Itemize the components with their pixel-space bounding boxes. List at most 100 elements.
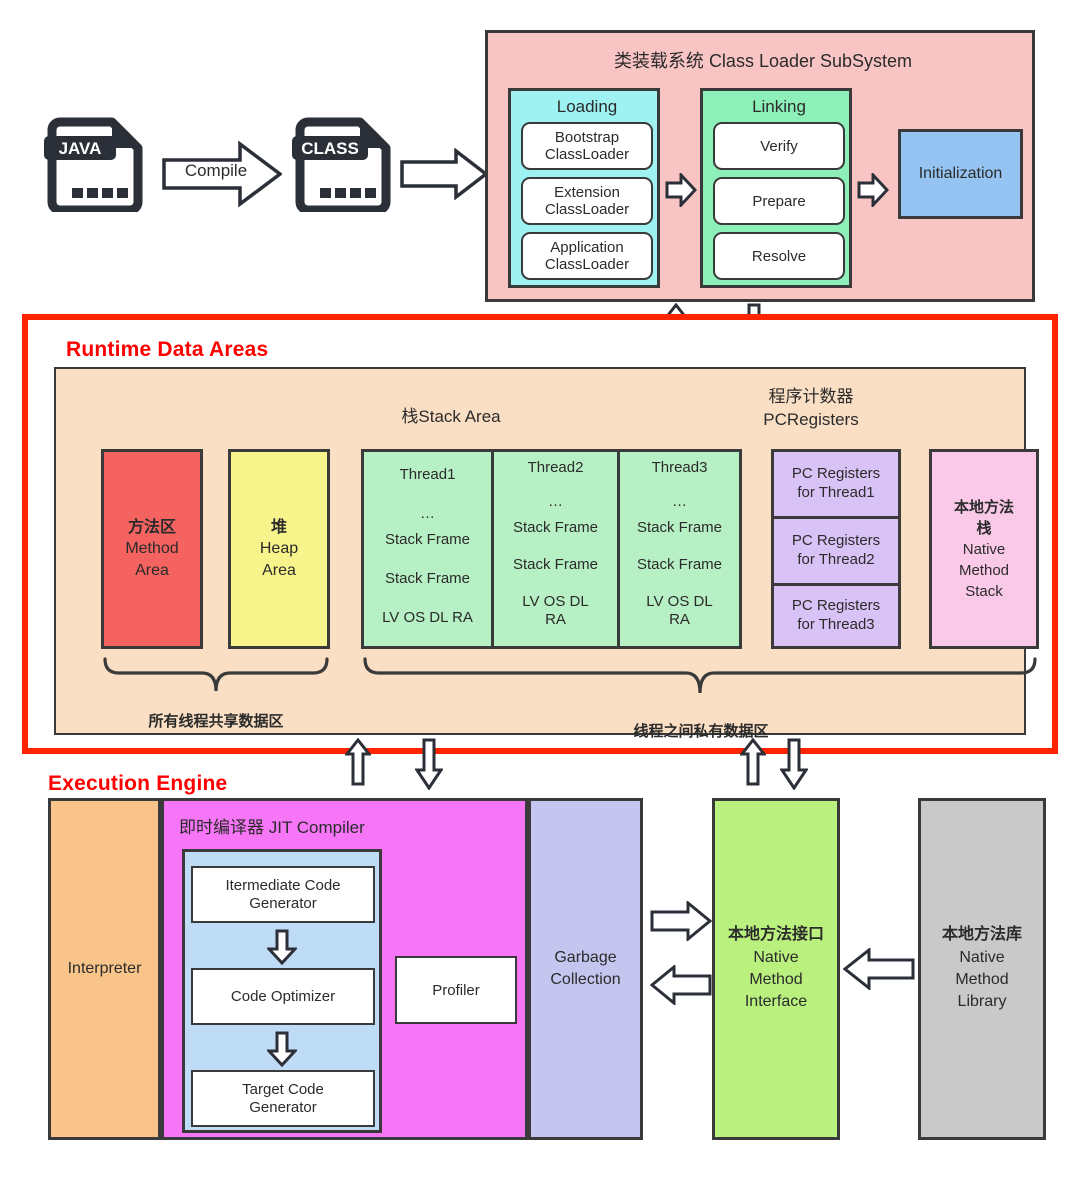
application-classloader-box[interactable]: Application ClassLoader (521, 232, 653, 280)
heap-area-line2: Heap (259, 540, 299, 558)
pc-registers-thread2[interactable]: PC Registers for Thread2 (774, 519, 898, 583)
pc-registers-thread1-line2: for Thread1 (797, 484, 875, 501)
pc-registers-header-line1: 程序计数器 (768, 387, 854, 407)
extension-classloader-line1: Extension (554, 183, 620, 201)
pc-registers-thread1-line1: PC Registers (791, 465, 881, 483)
jit-stage-arrow-1 (267, 929, 297, 965)
nativelibrary-to-nativeinterface-arrow (843, 948, 915, 990)
class-file-icon: CLASS (290, 112, 398, 212)
native-method-library-box[interactable]: 本地方法库 Native Method Library (918, 798, 1046, 1140)
method-area-line1: 方法区 (127, 518, 176, 536)
runtime-data-areas-panel: 栈Stack Area 程序计数器 PCRegisters 方法区 Method… (54, 367, 1039, 740)
class-loader-subsystem-title: 类装载系统 Class Loader SubSystem (613, 51, 913, 71)
class-loader-subsystem-panel: 类装载系统 Class Loader SubSystem Loading Boo… (485, 30, 1035, 302)
compile-arrow-label: Compile (184, 161, 248, 180)
bootstrap-classloader-line1: Bootstrap (554, 128, 620, 146)
linking-group: Linking Verify Prepare Resolve (700, 88, 852, 288)
private-data-brace (361, 655, 1039, 703)
prepare-box[interactable]: Prepare (713, 177, 845, 225)
linking-title: Linking (752, 97, 806, 116)
initialization-box[interactable]: Initialization (898, 129, 1023, 219)
profiler-box[interactable]: Profiler (395, 956, 517, 1024)
native-method-stack-line4: Method (958, 561, 1010, 579)
thread1-row-2: Stack Frame (384, 570, 471, 587)
gc-to-nativeinterface-arrow (650, 901, 712, 941)
native-method-interface-line2: Native (753, 948, 799, 966)
nativeinterface-to-gc-arrow (650, 965, 712, 1005)
garbage-collection-line2: Collection (550, 971, 621, 988)
native-method-library-line3: Method (955, 971, 1009, 988)
intermediate-code-generator-box[interactable]: Itermediate Code Generator (191, 866, 375, 923)
heap-area-line1: 堆 (270, 518, 287, 536)
jit-compiler-title: 即时编译器 JIT Compiler (179, 818, 365, 837)
thread2-name: Thread2 (527, 459, 584, 476)
thread1-row-3: LV OS DL RA (382, 609, 473, 626)
thread3-row-1: Stack Frame (636, 519, 723, 536)
thread2-column[interactable]: Thread2 … Stack Frame Stack Frame LV OS … (494, 452, 617, 646)
runtime-to-executionengine-down-arrow-left (415, 738, 443, 790)
thread3-column[interactable]: Thread3 … Stack Frame Stack Frame LV OS … (620, 452, 739, 646)
method-area-box[interactable]: 方法区 Method Area (101, 449, 203, 649)
execution-engine-title: Execution Engine (48, 772, 228, 795)
garbage-collection-line1: Garbage (554, 949, 617, 967)
class-file-icon-text: CLASS (301, 139, 359, 158)
jit-compiler-panel: 即时编译器 JIT Compiler Itermediate Code Gene… (161, 798, 528, 1140)
thread2-row-0: … (548, 493, 563, 510)
target-code-generator-line1: Target Code (242, 1080, 324, 1098)
pc-registers-thread3-line1: PC Registers (791, 597, 881, 615)
native-method-stack-line3: Native (962, 540, 1006, 558)
loading-title: Loading (556, 97, 618, 116)
prepare-label: Prepare (752, 192, 806, 210)
native-method-library-line4: Library (957, 993, 1007, 1011)
interpreter-label: Interpreter (67, 960, 142, 977)
thread2-row-3: LV OS DL RA (522, 593, 589, 628)
thread1-name: Thread1 (399, 466, 456, 483)
verify-label: Verify (760, 137, 798, 155)
intermediate-code-generator-line2: Generator (249, 894, 317, 912)
resolve-box[interactable]: Resolve (713, 232, 845, 280)
thread3-row-2: Stack Frame (636, 556, 723, 573)
bootstrap-classloader-line2: ClassLoader (544, 146, 630, 163)
native-method-interface-line3: Method (749, 971, 803, 988)
jit-pipeline-panel: Itermediate Code Generator Code Optimize… (182, 849, 382, 1133)
garbage-collection-box[interactable]: Garbage Collection (528, 798, 643, 1140)
interpreter-box[interactable]: Interpreter (48, 798, 161, 1140)
native-method-stack-box[interactable]: 本地方法 栈 Native Method Stack (929, 449, 1039, 649)
heap-area-line3: Area (262, 561, 296, 579)
thread3-row-0: … (672, 493, 687, 510)
native-method-library-line1: 本地方法库 (941, 926, 1022, 944)
native-method-interface-line4: Interface (744, 993, 808, 1011)
target-code-generator-box[interactable]: Target Code Generator (191, 1070, 375, 1127)
bootstrap-classloader-box[interactable]: Bootstrap ClassLoader (521, 122, 653, 170)
loading-group: Loading Bootstrap ClassLoader Extension … (508, 88, 660, 288)
extension-classloader-box[interactable]: Extension ClassLoader (521, 177, 653, 225)
code-optimizer-box[interactable]: Code Optimizer (191, 968, 375, 1025)
resolve-label: Resolve (751, 247, 807, 265)
thread3-row-3: LV OS DL RA (646, 593, 713, 628)
extension-classloader-line2: ClassLoader (544, 201, 630, 218)
profiler-label: Profiler (432, 981, 480, 999)
native-method-interface-box[interactable]: 本地方法接口 Native Method Interface (712, 798, 840, 1140)
runtime-data-areas-section: Runtime Data Areas 栈Stack Area 程序计数器 PCR… (22, 314, 1058, 754)
heap-area-box[interactable]: 堆 Heap Area (228, 449, 330, 649)
java-file-icon-text: JAVA (59, 139, 102, 158)
runtime-data-areas-title: Runtime Data Areas (66, 338, 269, 361)
pc-registers-thread3[interactable]: PC Registers for Thread3 (774, 586, 898, 646)
native-method-stack-line5: Stack (965, 582, 1003, 600)
pc-registers-thread1[interactable]: PC Registers for Thread1 (774, 452, 898, 516)
linking-to-initialization-arrow (857, 173, 889, 207)
method-area-line3: Area (135, 561, 169, 579)
pc-registers-thread3-line2: for Thread3 (797, 616, 875, 633)
intermediate-code-generator-line1: Itermediate Code (225, 876, 341, 894)
thread1-column[interactable]: Thread1 … Stack Frame Stack Frame LV OS … (364, 452, 491, 646)
shared-data-label: 所有线程共享数据区 (148, 712, 284, 730)
verify-box[interactable]: Verify (713, 122, 845, 170)
initialization-label: Initialization (918, 165, 1003, 182)
stack-area-header: 栈Stack Area (401, 406, 501, 426)
pc-registers-thread2-line1: PC Registers (791, 532, 881, 550)
pc-registers-group: PC Registers for Thread1 PC Registers fo… (771, 449, 901, 649)
shared-data-brace (101, 655, 331, 699)
thread3-name: Thread3 (651, 459, 708, 476)
method-area-line2: Method (125, 540, 179, 558)
thread1-row-0: … (420, 505, 435, 522)
